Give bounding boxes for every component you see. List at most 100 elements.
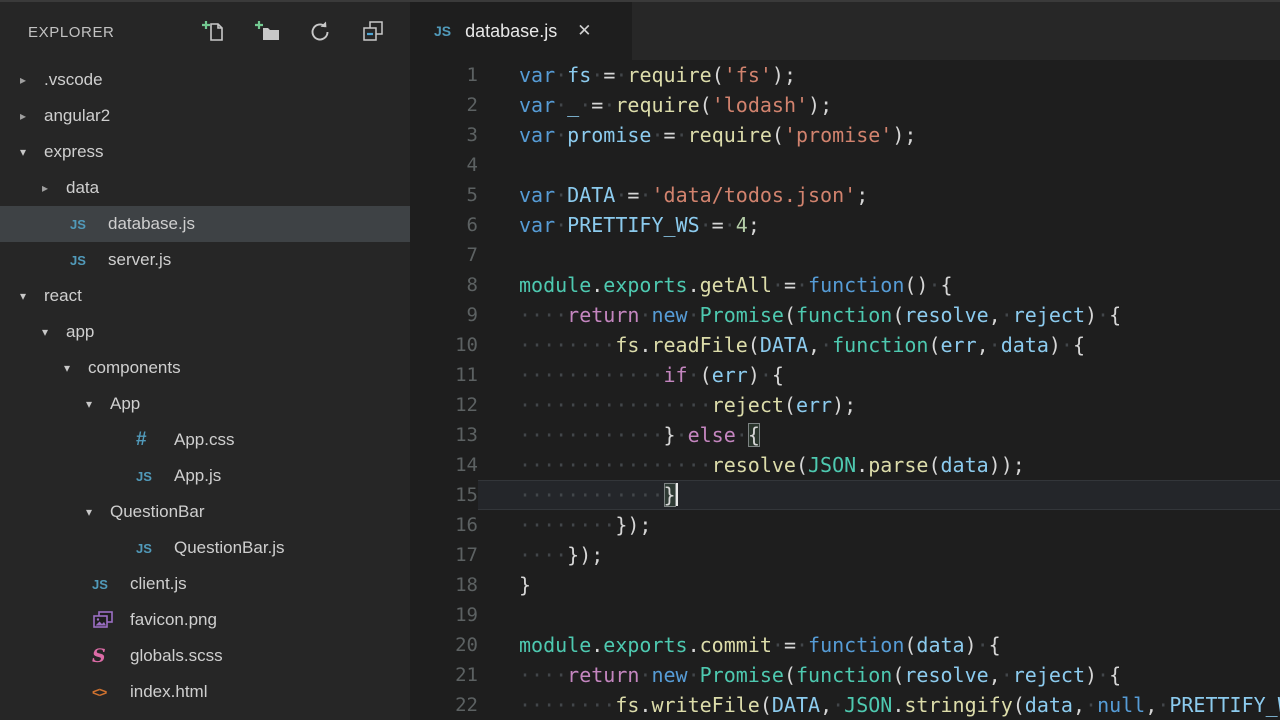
code-token: data [1001,333,1049,357]
code-line-content[interactable]: ····return·new·Promise(function(resolve,… [478,300,1280,330]
code-line-2[interactable]: 2var·_·=·require('lodash'); [410,90,1280,120]
new-folder-button[interactable] [254,19,280,45]
tree-item-database-js[interactable]: JSdatabase.js [0,206,410,242]
code-line-content[interactable]: } [478,570,1280,600]
chevron-expanded-icon[interactable]: ▾ [20,146,34,158]
code-line-4[interactable]: 4 [410,150,1280,180]
code-line-content[interactable]: ················reject(err); [478,390,1280,420]
refresh-button[interactable] [307,19,333,45]
tree-item-label: App [110,394,140,414]
tree-item-app[interactable]: ▾app [0,314,410,350]
code-line-22[interactable]: 22········fs.writeFile(DATA,·JSON.string… [410,690,1280,720]
refresh-icon [307,19,333,45]
code-line-18[interactable]: 18} [410,570,1280,600]
code-line-17[interactable]: 17····}); [410,540,1280,570]
code-token: , [820,693,832,717]
code-line-9[interactable]: 9····return·new·Promise(function(resolve… [410,300,1280,330]
code-token: = [664,123,676,147]
code-line-3[interactable]: 3var·promise·=·require('promise'); [410,120,1280,150]
code-line-content[interactable]: var·PRETTIFY_WS·=·4; [478,210,1280,240]
code-line-12[interactable]: 12················reject(err); [410,390,1280,420]
code-token: ( [796,453,808,477]
tree-item-data[interactable]: ▸data [0,170,410,206]
code-line-content[interactable]: var·_·=·require('lodash'); [478,90,1280,120]
code-line-content[interactable]: var·fs·=·require('fs'); [478,60,1280,90]
tree-item--vscode[interactable]: ▸ .vscode [0,62,410,98]
code-line-content[interactable]: var·promise·=·require('promise'); [478,120,1280,150]
code-line-5[interactable]: 5var·DATA·=·'data/todos.json'; [410,180,1280,210]
tab-database-js[interactable]: JS database.js ✕ [410,2,632,60]
code-line-14[interactable]: 14················resolve(JSON.parse(dat… [410,450,1280,480]
line-number: 21 [410,660,478,690]
code-token: module [519,633,591,657]
tree-item-globals-scss[interactable]: Sglobals.scss [0,638,410,674]
tree-item-components[interactable]: ▾components [0,350,410,386]
code-line-content[interactable] [478,240,1280,270]
code-line-content[interactable]: module.exports.getAll·=·function()·{ [478,270,1280,300]
tree-item-index-html[interactable]: <>index.html [0,674,410,710]
tree-item-angular2[interactable]: ▸angular2 [0,98,410,134]
code-line-content[interactable]: ····}); [478,540,1280,570]
tree-item-client-js[interactable]: JSclient.js [0,566,410,602]
tree-item-app-js[interactable]: JSApp.js [0,458,410,494]
code-token: · [615,183,627,207]
code-line-21[interactable]: 21····return·new·Promise(function(resolv… [410,660,1280,690]
new-file-button[interactable] [201,19,227,45]
code-token: · [1157,693,1169,717]
chevron-expanded-icon[interactable]: ▾ [64,362,78,374]
collapse-all-button[interactable] [360,19,386,45]
code-token: ············ [519,423,664,447]
code-token: PRETTIFY_WS [567,213,699,237]
tree-item-app[interactable]: ▾ App [0,386,410,422]
code-line-content[interactable] [478,150,1280,180]
code-line-content[interactable]: ············}·else·{ [478,420,1280,450]
code-line-content[interactable]: ········fs.readFile(DATA,·function(err,·… [478,330,1280,360]
chevron-collapsed-icon[interactable]: ▸ [20,74,34,86]
code-line-16[interactable]: 16········}); [410,510,1280,540]
tree-item-questionbar-js[interactable]: JSQuestionBar.js [0,530,410,566]
tree-item-react[interactable]: ▾react [0,278,410,314]
tree-item-express[interactable]: ▾express [0,134,410,170]
tree-item-favicon-png[interactable]: favicon.png [0,602,410,638]
tab-close-icon[interactable]: ✕ [577,21,591,41]
chevron-expanded-icon[interactable]: ▾ [86,506,100,518]
chevron-collapsed-icon[interactable]: ▸ [42,182,56,194]
code-token: · [676,423,688,447]
tree-item-server-js[interactable]: JSserver.js [0,242,410,278]
code-token: · [760,363,772,387]
code-token: { [941,273,953,297]
tree-item-label: .vscode [44,70,103,90]
code-line-content[interactable]: ················resolve(JSON.parse(data)… [478,450,1280,480]
code-line-8[interactable]: 8module.exports.getAll·=·function()·{ [410,270,1280,300]
html-glyph: <> [92,684,106,700]
explorer-title: EXPLORER [28,24,201,41]
code-line-6[interactable]: 6var·PRETTIFY_WS·=·4; [410,210,1280,240]
code-line-11[interactable]: 11············if·(err)·{ [410,360,1280,390]
code-line-20[interactable]: 20module.exports.commit·=·function(data)… [410,630,1280,660]
code-line-content[interactable]: ············} [478,480,1280,510]
code-line-1[interactable]: 1var·fs·=·require('fs'); [410,60,1280,90]
code-line-13[interactable]: 13············}·else·{ [410,420,1280,450]
code-token: 'data/todos.json' [651,183,856,207]
code-line-content[interactable]: ············if·(err)·{ [478,360,1280,390]
code-line-content[interactable] [478,600,1280,630]
chevron-expanded-icon[interactable]: ▾ [42,326,56,338]
code-line-7[interactable]: 7 [410,240,1280,270]
code-line-content[interactable]: var·DATA·=·'data/todos.json'; [478,180,1280,210]
chevron-expanded-icon[interactable]: ▾ [20,290,34,302]
chevron-collapsed-icon[interactable]: ▸ [20,110,34,122]
code-editor[interactable]: 1var·fs·=·require('fs');2var·_·=·require… [410,60,1280,720]
code-line-10[interactable]: 10········fs.readFile(DATA,·function(err… [410,330,1280,360]
code-token: ( [712,63,724,87]
chevron-expanded-icon[interactable]: ▾ [86,398,100,410]
code-line-content[interactable]: module.exports.commit·=·function(data)·{ [478,630,1280,660]
code-token: = [784,273,796,297]
tree-item-app-css[interactable]: #App.css [0,422,410,458]
tree-item-questionbar[interactable]: ▾QuestionBar [0,494,410,530]
code-line-19[interactable]: 19 [410,600,1280,630]
code-line-content[interactable]: ········fs.writeFile(DATA,·JSON.stringif… [478,690,1280,720]
code-line-content[interactable]: ····return·new·Promise(function(resolve,… [478,660,1280,690]
code-line-content[interactable]: ········}); [478,510,1280,540]
code-line-15[interactable]: 15············} [410,480,1280,510]
tree-item-label: server.js [108,250,171,270]
